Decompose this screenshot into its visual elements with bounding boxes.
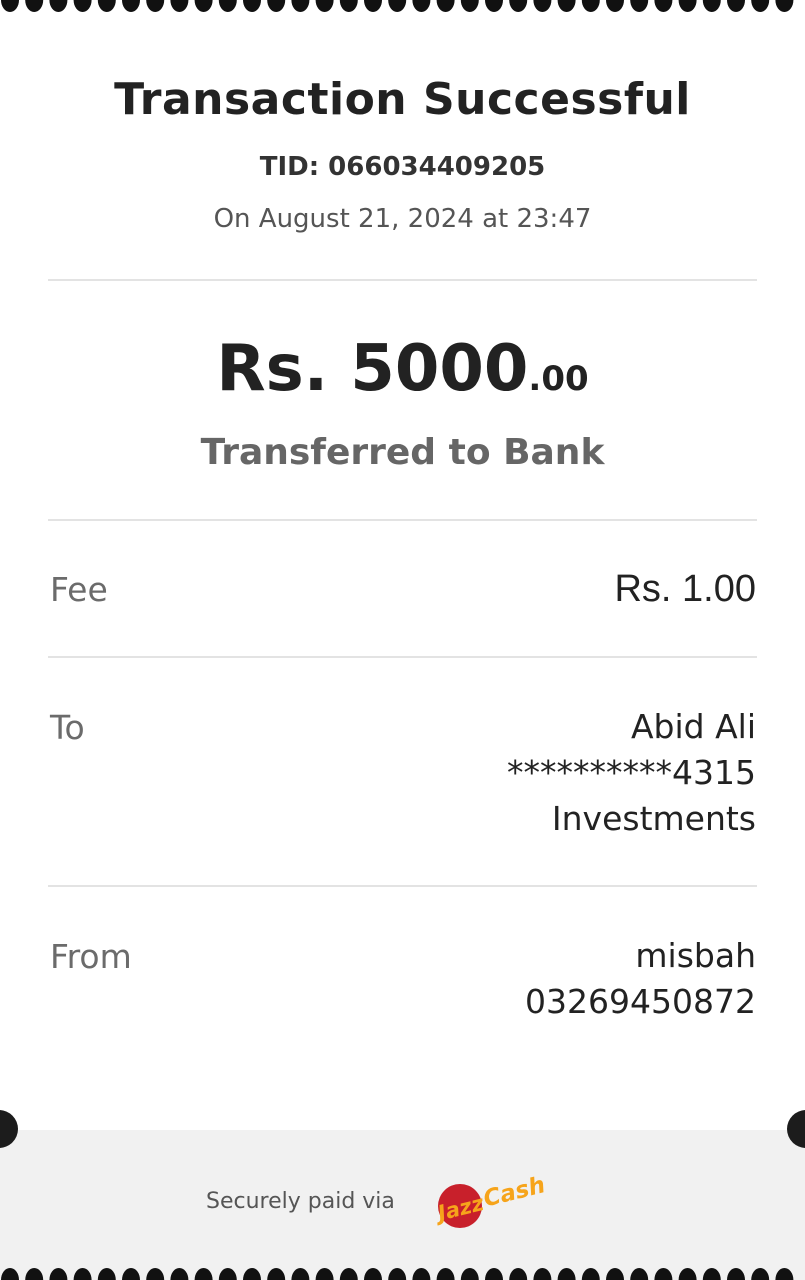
top-perforation [0, 0, 805, 13]
fee-value: Rs. 1.00 [614, 568, 756, 610]
recipient-bank: Investments [551, 799, 756, 838]
to-label: To [50, 708, 85, 747]
divider [48, 656, 757, 658]
sender-number: 03269450872 [525, 982, 756, 1021]
recipient-account: **********4315 [507, 753, 756, 792]
receipt-card: Transaction Successful TID: 066034409205… [0, 0, 805, 1280]
from-label: From [50, 937, 132, 976]
amount-display: Rs. 5000.00 [0, 332, 805, 406]
amount-main: Rs. 5000 [216, 332, 529, 406]
sender-name: misbah [635, 936, 756, 975]
recipient-details: Abid Ali **********4315 Investments [507, 704, 756, 842]
page-title: Transaction Successful [114, 74, 691, 125]
transaction-id: TID: 066034409205 [259, 152, 546, 182]
transfer-type-label: Transferred to Bank [200, 432, 605, 473]
bottom-perforation [0, 1267, 805, 1280]
jazzcash-logo: Jazz Cash [431, 1170, 550, 1232]
transaction-date: On August 21, 2024 at 23:47 [213, 204, 592, 234]
sender-details: misbah 03269450872 [525, 933, 756, 1025]
footer [0, 1130, 805, 1280]
recipient-name: Abid Ali [630, 707, 756, 746]
secure-payment-text: Securely paid via [206, 1189, 395, 1214]
divider [48, 279, 757, 281]
divider [48, 519, 757, 521]
divider [48, 885, 757, 887]
amount-cents: .00 [528, 359, 589, 399]
svg-text:Cash: Cash [481, 1172, 548, 1212]
fee-label: Fee [50, 570, 108, 609]
